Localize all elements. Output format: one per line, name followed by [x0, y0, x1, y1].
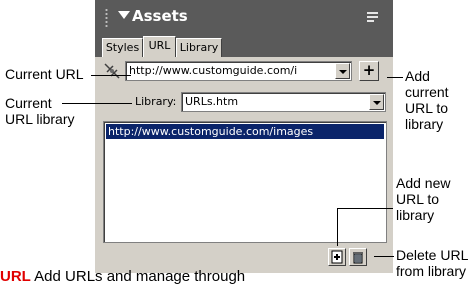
- callout-add-current-url-line2: URL to: [405, 100, 449, 116]
- tab-styles[interactable]: Styles: [102, 38, 143, 57]
- library-select-value: URLs.htm: [185, 95, 239, 108]
- library-select[interactable]: URLs.htm: [181, 92, 386, 112]
- bottom-caption: URL Add URLs and manage through: [0, 268, 245, 285]
- library-dropdown-button[interactable]: [369, 94, 384, 110]
- callout-line-add-new-url-h: [337, 208, 393, 209]
- current-url-dropdown-button[interactable]: [335, 63, 350, 79]
- callout-current-url-library: Current URL library: [5, 95, 75, 127]
- delete-url-button[interactable]: [349, 248, 367, 266]
- tab-strip: Styles URL Library: [95, 35, 393, 57]
- callout-line-delete-url: [374, 256, 394, 257]
- library-label: Library:: [135, 95, 177, 108]
- add-new-url-button[interactable]: [328, 248, 346, 266]
- new-url-icon: [331, 250, 343, 264]
- callout-add-current-url-line1: Add current: [405, 68, 449, 100]
- tab-url[interactable]: URL: [143, 36, 176, 57]
- bottom-caption-text: Add URLs and manage through: [30, 268, 246, 285]
- trash-icon: [353, 252, 363, 264]
- callout-line-add-new-url-v: [337, 208, 338, 246]
- current-url-value: http://www.customguide.com/images: [129, 64, 297, 77]
- bottom-caption-keyword: URL: [0, 268, 31, 285]
- callout-add-current-url: Add current URL to library: [405, 68, 475, 132]
- panel-body: http://www.customguide.com/images + Libr…: [95, 57, 393, 273]
- callout-line-add-current-url: [387, 77, 403, 78]
- callout-add-new-url-line1: Add new: [396, 175, 451, 191]
- callout-current-url-library-line2: URL library: [5, 111, 75, 127]
- panel-grip-icon[interactable]: [105, 8, 108, 28]
- panel-titlebar: Assets: [95, 0, 393, 35]
- callout-current-url: Current URL: [5, 66, 84, 82]
- panel-title: Assets: [132, 7, 188, 25]
- callout-add-new-url: Add new URL to library: [396, 175, 450, 223]
- callout-line-current-url: [91, 75, 131, 76]
- assets-panel: Assets Styles URL Library http://www.cus…: [95, 0, 393, 273]
- callout-add-new-url-line2: URL to: [396, 191, 440, 207]
- add-current-url-button[interactable]: +: [359, 61, 379, 81]
- collapse-arrow-icon[interactable]: [118, 11, 130, 19]
- list-item[interactable]: http://www.customguide.com/images: [106, 124, 384, 139]
- callout-line-current-url-library: [62, 103, 132, 104]
- callout-add-current-url-line3: library: [405, 116, 444, 132]
- url-link-icon: [104, 63, 120, 79]
- callout-delete-url-line2: from library: [396, 263, 467, 279]
- callout-add-new-url-line3: library: [396, 207, 435, 223]
- options-menu-icon[interactable]: [367, 12, 380, 23]
- callout-delete-url: Delete URL from library: [396, 247, 468, 279]
- current-url-combobox[interactable]: http://www.customguide.com/images: [125, 61, 352, 81]
- url-list[interactable]: http://www.customguide.com/images: [103, 121, 387, 243]
- callout-delete-url-line1: Delete URL: [396, 247, 469, 263]
- tab-library[interactable]: Library: [176, 38, 222, 57]
